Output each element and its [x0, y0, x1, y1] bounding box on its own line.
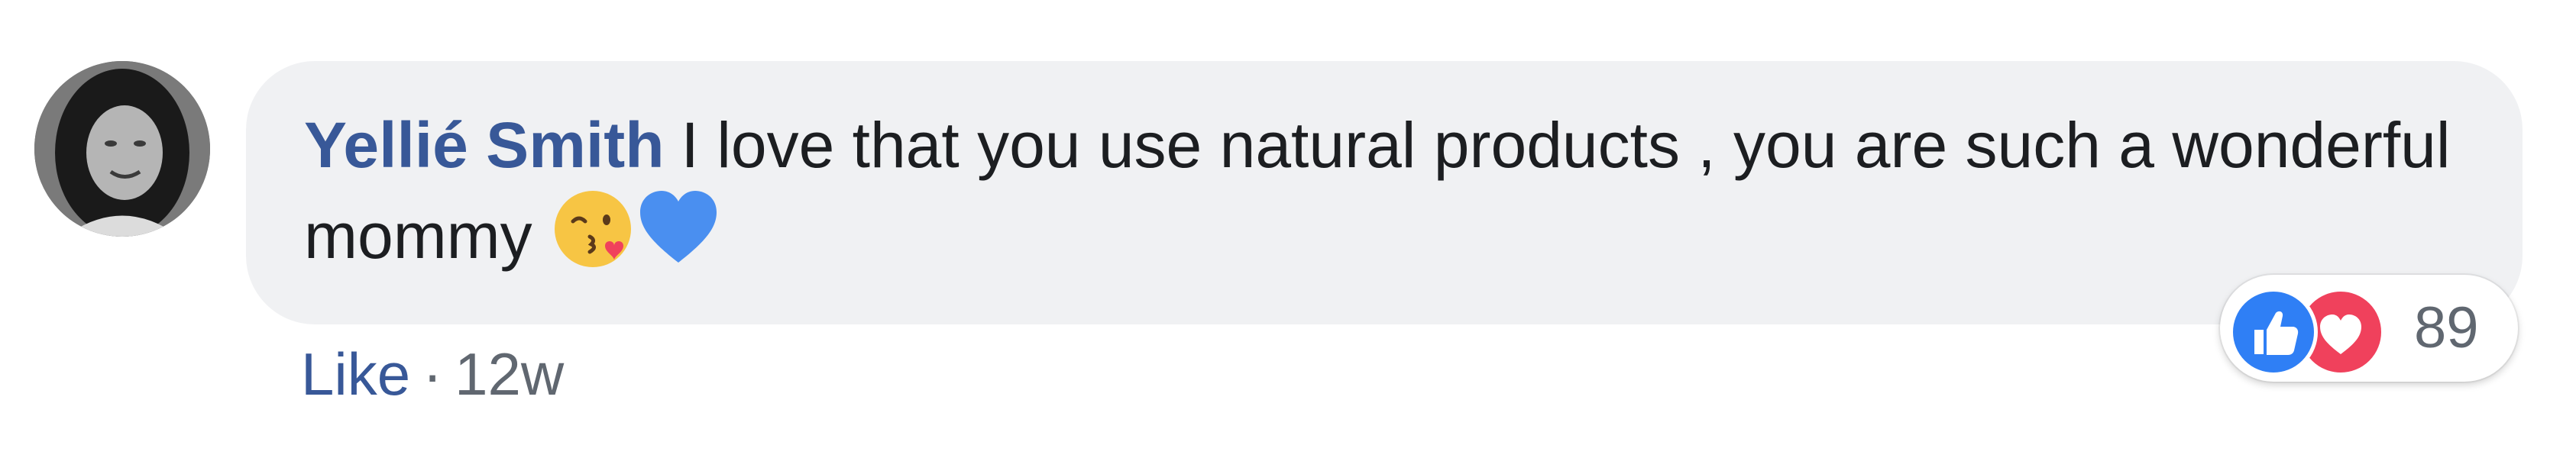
like-reaction-icon — [2229, 288, 2318, 376]
separator-dot: · — [422, 340, 443, 408]
avatar-photo — [34, 61, 210, 237]
blue-heart-icon — [639, 191, 717, 263]
comment-author-link[interactable]: Yellié Smith — [304, 109, 665, 181]
comment-bubble: Yellié Smith I love that you use natural … — [246, 61, 2523, 324]
comment-timestamp[interactable]: 12w — [455, 340, 564, 408]
like-link[interactable]: Like — [301, 340, 410, 408]
comment-actions: Like · 12w — [301, 336, 564, 412]
kissing-face-wink-icon — [554, 191, 631, 267]
avatar[interactable] — [34, 61, 210, 237]
reaction-count: 89 — [2414, 295, 2479, 360]
reactions-summary[interactable]: 89 — [2220, 275, 2518, 382]
comment-body: Yellié Smith I love that you use natural … — [304, 104, 2461, 277]
comment-item: Yellié Smith I love that you use natural … — [0, 0, 2576, 458]
